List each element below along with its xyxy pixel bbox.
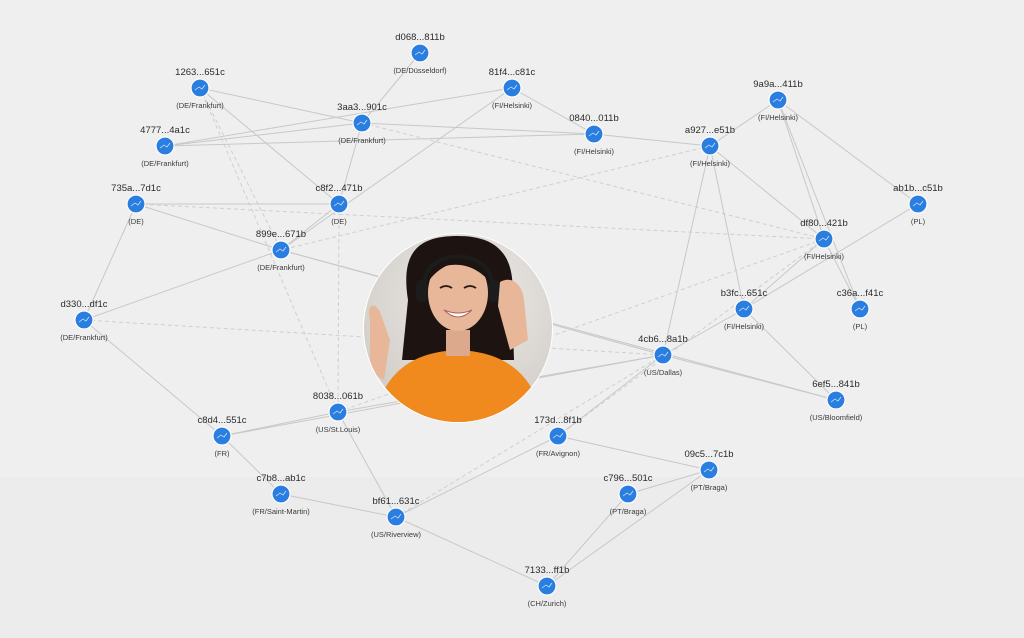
node-id-label: 4cb6...8a1b xyxy=(638,334,688,345)
node-id-label: 899e...671b xyxy=(256,229,306,240)
node-location-label: (PL) xyxy=(853,322,868,331)
graph-node[interactable]: c36a...f41c (PL) xyxy=(837,288,884,331)
graph-edge xyxy=(280,87,513,251)
node-location-label: (US/Bloomfield) xyxy=(810,413,863,422)
graph-node[interactable]: 81f4...c81c (FI/Helsinki) xyxy=(489,67,536,110)
node-location-label: (DE) xyxy=(331,217,347,226)
node-id-label: 6ef5...841b xyxy=(812,379,860,390)
node-id-label: c36a...f41c xyxy=(837,288,884,299)
graph-node[interactable]: 173d...8f1b (FR/Avignon) xyxy=(534,415,582,458)
graph-node[interactable]: c796...501c (PT/Braga) xyxy=(603,473,652,516)
node-id-label: 7133...ff1b xyxy=(525,565,570,576)
support-agent-avatar xyxy=(363,233,553,423)
graph-edge xyxy=(511,87,595,135)
graph-edge xyxy=(280,203,340,251)
node-location-label: (DE) xyxy=(128,217,144,226)
graph-edge xyxy=(135,203,282,251)
node-id-label: 1263...651c xyxy=(175,67,225,78)
graph-node[interactable]: 4777...4a1c (DE/Frankfurt) xyxy=(140,125,190,168)
node-id-label: a927...e51b xyxy=(685,125,735,136)
graph-edge xyxy=(164,122,363,147)
node-id-label: 9a9a...411b xyxy=(753,79,802,90)
node-location-label: (DE/Frankfurt) xyxy=(141,159,189,168)
node-id-label: c796...501c xyxy=(603,473,652,484)
graph-edge xyxy=(662,354,837,401)
graph-node[interactable]: c8d4...551c (FR) xyxy=(197,415,246,458)
node-id-label: 8038...061b xyxy=(313,391,363,402)
node-location-label: (US/Riverview) xyxy=(371,530,422,539)
graph-node[interactable]: 1263...651c (DE/Frankfurt) xyxy=(175,67,225,110)
graph-node[interactable]: d330...df1c (DE/Frankfurt) xyxy=(60,299,108,342)
graph-node[interactable]: 9a9a...411b (FI/Helsinki) xyxy=(753,79,802,122)
node-id-label: b3fc...651c xyxy=(721,288,768,299)
graph-edge xyxy=(361,122,595,135)
node-location-label: (FR/Saint-Martin) xyxy=(252,507,310,516)
graph-edge xyxy=(709,145,745,310)
node-id-label: 0840...011b xyxy=(569,113,618,124)
node-location-label: (DE/Düsseldorf) xyxy=(393,66,447,75)
node-location-label: (PT/Braga) xyxy=(610,507,647,516)
graph-node[interactable]: df80...421b (FI/Helsinki) xyxy=(800,218,848,261)
graph-edge xyxy=(199,87,282,251)
node-location-label: (FI/Helsinki) xyxy=(804,252,845,261)
graph-edge xyxy=(777,99,861,310)
graph-edge xyxy=(135,203,825,240)
node-id-label: c8d4...551c xyxy=(197,415,246,426)
graph-edge xyxy=(709,99,779,147)
node-id-label: d330...df1c xyxy=(60,299,107,310)
graph-node[interactable]: 4cb6...8a1b (US/Dallas) xyxy=(638,334,688,377)
node-id-label: 09c5...7c1b xyxy=(684,449,733,460)
graph-edge xyxy=(337,203,340,413)
node-location-label: (DE/Frankfurt) xyxy=(338,136,386,145)
graph-node[interactable]: 09c5...7c1b (PT/Braga) xyxy=(684,449,733,492)
graph-edge xyxy=(395,435,559,518)
node-id-label: df80...421b xyxy=(800,218,848,229)
graph-edge xyxy=(662,308,745,356)
node-id-label: 3aa3...901c xyxy=(337,102,387,113)
graph-node[interactable]: ab1b...c51b (PL) xyxy=(893,183,943,226)
node-location-label: (DE/Frankfurt) xyxy=(257,263,305,272)
node-location-label: (US/St.Louis) xyxy=(316,425,361,434)
node-location-label: (FR/Avignon) xyxy=(536,449,581,458)
node-location-label: (CH/Zurich) xyxy=(528,599,567,608)
node-location-label: (PL) xyxy=(911,217,926,226)
node-location-label: (FI/Helsinki) xyxy=(758,113,799,122)
graph-node[interactable]: bf61...631c (US/Riverview) xyxy=(371,496,422,539)
graph-node[interactable]: d068...811b (DE/Düsseldorf) xyxy=(393,32,447,75)
node-id-label: 4777...4a1c xyxy=(140,125,190,136)
node-id-label: 81f4...c81c xyxy=(489,67,536,78)
graph-node[interactable]: 899e...671b (DE/Frankfurt) xyxy=(256,229,306,272)
graph-node[interactable]: c7b8...ab1c (FR/Saint-Martin) xyxy=(252,473,310,516)
node-location-label: (FI/Helsinki) xyxy=(574,147,615,156)
node-location-label: (FR) xyxy=(215,449,230,458)
graph-node[interactable]: a927...e51b (FI/Helsinki) xyxy=(685,125,735,168)
node-id-label: c8f2...471b xyxy=(315,183,362,194)
node-id-label: d068...811b xyxy=(395,32,444,43)
graph-edge xyxy=(662,145,711,356)
graph-edge xyxy=(83,249,282,321)
graph-edge xyxy=(221,435,282,495)
node-id-label: 735a...7d1c xyxy=(111,183,161,194)
node-id-label: 173d...8f1b xyxy=(534,415,582,426)
node-location-label: (DE/Frankfurt) xyxy=(60,333,108,342)
graph-node[interactable]: 8038...061b (US/St.Louis) xyxy=(313,391,363,434)
node-id-label: bf61...631c xyxy=(372,496,419,507)
node-location-label: (PT/Braga) xyxy=(691,483,728,492)
node-location-label: (FI/Helsinki) xyxy=(724,322,765,331)
node-id-label: ab1b...c51b xyxy=(893,183,943,194)
node-location-label: (FI/Helsinki) xyxy=(492,101,533,110)
node-location-label: (US/Dallas) xyxy=(644,368,683,377)
node-location-label: (FI/Helsinki) xyxy=(690,159,731,168)
node-id-label: c7b8...ab1c xyxy=(256,473,305,484)
graph-node[interactable]: b3fc...651c (FI/Helsinki) xyxy=(721,288,768,331)
graph-node[interactable]: 7133...ff1b (CH/Zurich) xyxy=(525,565,570,608)
graph-node[interactable]: 6ef5...841b (US/Bloomfield) xyxy=(810,379,863,422)
node-location-label: (DE/Frankfurt) xyxy=(176,101,224,110)
network-graph: d068...811b (DE/Düsseldorf) 1263...651c (DE… xyxy=(60,32,943,608)
